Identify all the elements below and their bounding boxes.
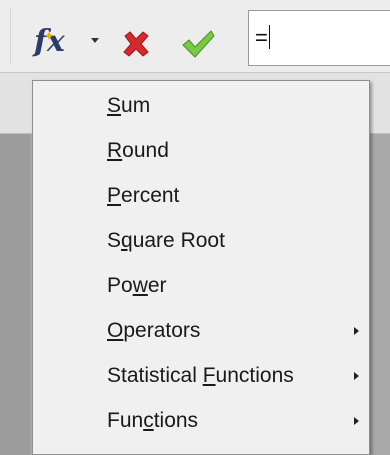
sheet-row-area <box>0 134 30 455</box>
chevron-right-icon <box>354 327 359 335</box>
menu-item-statistical-functions[interactable]: Statistical Functions <box>33 356 369 396</box>
sparkle-icon: ✦ <box>44 29 55 43</box>
formula-popup-menu: Sum Round Percent Square Root Power Operators… <box>32 80 370 455</box>
text-caret <box>268 25 270 49</box>
toolbar-divider <box>10 8 11 64</box>
menu-item-label: Functions <box>107 409 199 432</box>
menu-item-label: Percent <box>107 184 180 207</box>
chevron-down-icon[interactable] <box>91 38 99 43</box>
formula-toolbar: ✦ fx = <box>0 0 390 73</box>
menu-item-label: Sum <box>107 94 151 117</box>
menu-item-percent[interactable]: Percent <box>33 176 369 216</box>
menu-item-label: Square Root <box>107 229 225 252</box>
chevron-right-icon <box>354 372 359 380</box>
menu-item-sum[interactable]: Sum <box>33 86 369 126</box>
formula-input[interactable]: = <box>248 10 390 66</box>
menu-item-functions[interactable]: Functions <box>33 401 369 441</box>
menu-item-operators[interactable]: Operators <box>33 311 369 351</box>
menu-item-label: Power <box>107 274 167 297</box>
chevron-right-icon <box>354 417 359 425</box>
menu-item-power[interactable]: Power <box>33 266 369 306</box>
menu-item-round[interactable]: Round <box>33 131 369 171</box>
accept-icon[interactable] <box>180 28 216 60</box>
cancel-icon[interactable] <box>120 28 152 60</box>
menu-item-label: Statistical Functions <box>107 364 294 387</box>
menu-item-label: Operators <box>107 319 201 342</box>
function-wizard-icon[interactable]: ✦ fx <box>34 24 74 60</box>
formula-value: = <box>255 25 268 50</box>
menu-item-label: Round <box>107 139 169 162</box>
menu-item-square-root[interactable]: Square Root <box>33 221 369 261</box>
